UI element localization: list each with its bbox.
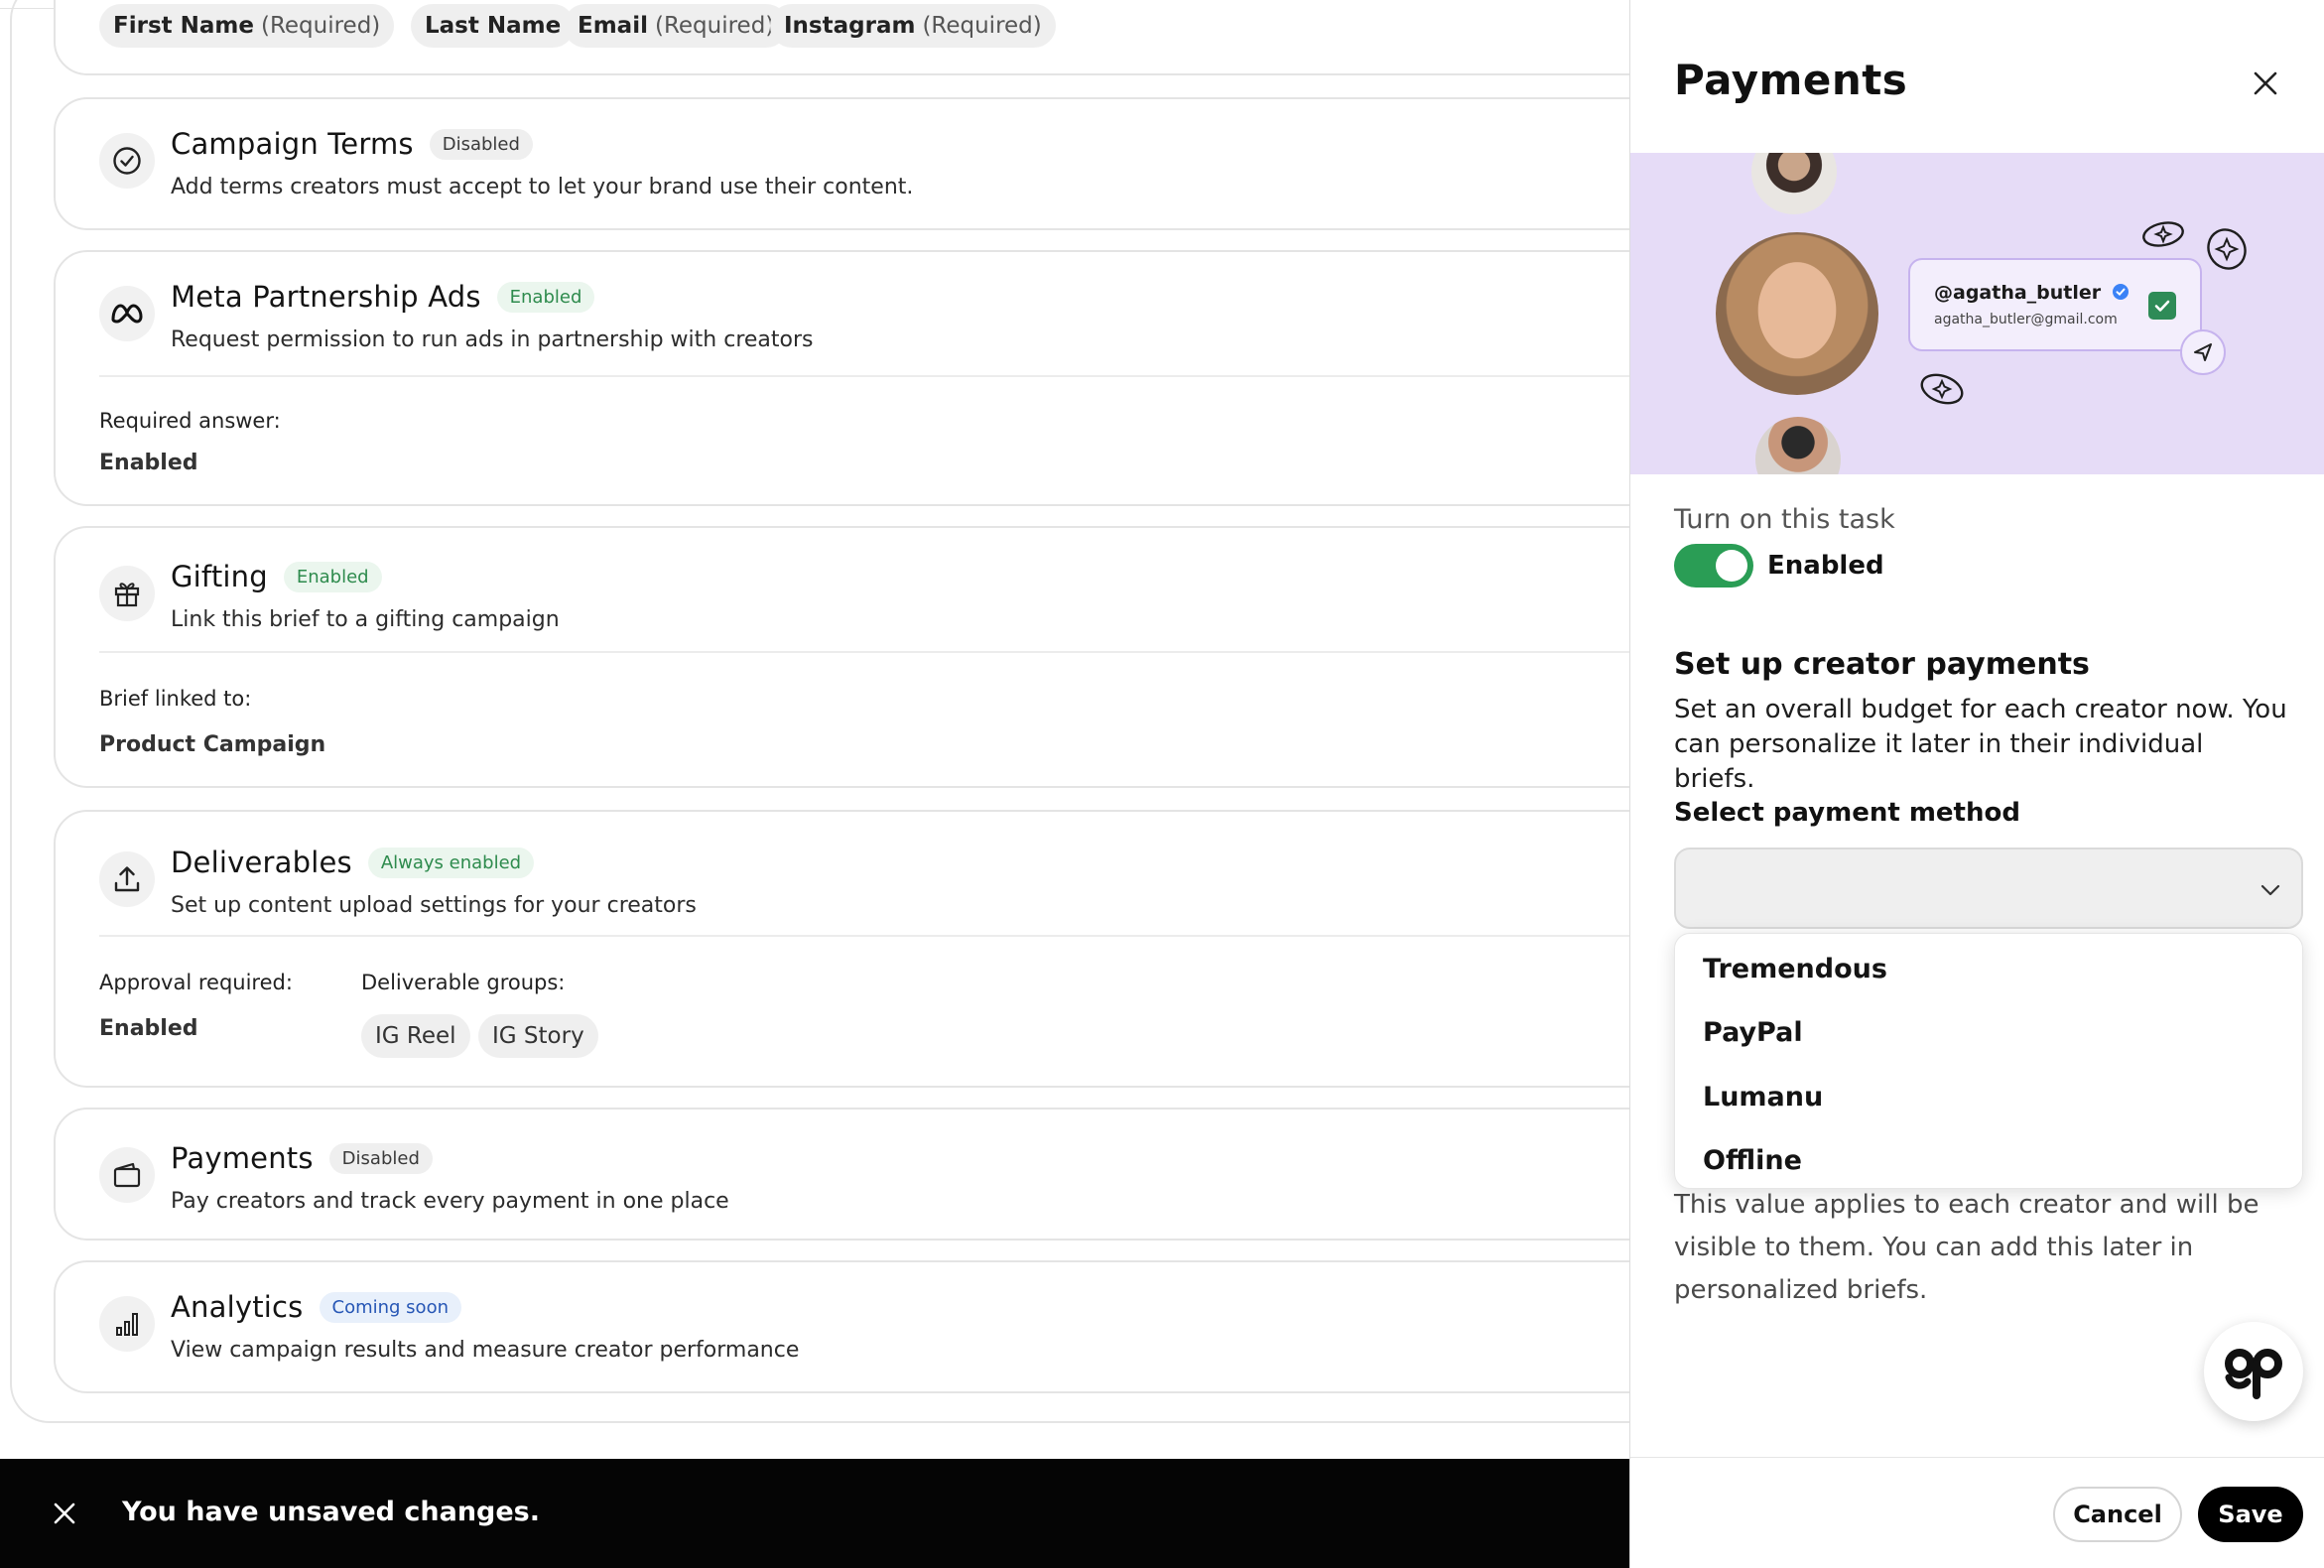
menu-item-paypal[interactable]: PayPal — [1703, 1017, 1803, 1048]
field-chip-instagram: Instagram (Required) — [770, 4, 1056, 48]
verified-badge-icon — [2112, 284, 2129, 300]
section-description: Set an overall budget for each creator n… — [1674, 695, 2287, 794]
card-title: Gifting — [171, 560, 268, 593]
approval-required-label: Approval required: — [99, 971, 293, 994]
creator-profile-card: @agatha_butler agatha_butler@gmail.com — [1908, 258, 2202, 351]
field-chip-last-name: Last Name — [411, 4, 576, 48]
drawer-title: Payments — [1674, 56, 1908, 104]
deliverable-group-chip: IG Story — [478, 1014, 598, 1058]
unsaved-changes-message: You have unsaved changes. — [122, 1497, 541, 1527]
status-badge: Coming soon — [319, 1291, 461, 1323]
required-answer-label: Required answer: — [99, 409, 281, 433]
sparkle-coin-icon — [2207, 228, 2247, 270]
cancel-button[interactable]: Cancel — [2053, 1487, 2182, 1542]
section-heading: Set up creator payments — [1674, 647, 2090, 682]
analytics-card[interactable]: Analytics Coming soon View campaign resu… — [54, 1260, 1721, 1393]
campaign-brief-page: First Name (Required) Last Name Email (Req… — [0, 0, 1721, 1568]
close-icon[interactable] — [2248, 65, 2283, 101]
brief-linked-label: Brief linked to: — [99, 687, 252, 711]
card-description: Set up content upload settings for your … — [171, 893, 697, 918]
meta-ads-card[interactable]: Meta Partnership Ads Enabled Request per… — [54, 250, 1721, 506]
avatar — [1755, 417, 1841, 474]
card-description: Link this brief to a gifting campaign — [171, 607, 560, 632]
card-title: Analytics — [171, 1290, 304, 1324]
card-divider — [99, 651, 1719, 653]
hero-illustration: @agatha_butler agatha_butler@gmail.com — [1630, 153, 2324, 474]
avatar — [1751, 153, 1837, 214]
card-title: Payments — [171, 1141, 314, 1175]
payment-method-label: Select payment method — [1674, 798, 2020, 828]
card-title: Meta Partnership Ads — [171, 280, 481, 314]
card-title-row: Payments Disabled — [171, 1141, 433, 1175]
upload-icon — [99, 851, 155, 907]
menu-item-tremendous[interactable]: Tremendous — [1703, 954, 1887, 984]
payment-method-menu: Tremendous PayPal Lumanu Offline — [1674, 933, 2303, 1189]
bar-chart-icon — [99, 1296, 155, 1352]
deliverables-card[interactable]: Deliverables Always enabled Set up conte… — [54, 810, 1721, 1088]
card-description: View campaign results and measure creato… — [171, 1338, 800, 1363]
card-title-row: Analytics Coming soon — [171, 1290, 461, 1324]
payment-method-select[interactable] — [1674, 848, 2303, 929]
status-badge: Disabled — [429, 128, 533, 160]
card-divider — [99, 935, 1719, 937]
campaign-terms-card[interactable]: Campaign Terms Disabled Add terms creato… — [54, 97, 1721, 230]
menu-item-offline[interactable]: Offline — [1703, 1145, 1802, 1176]
card-title-row: Gifting Enabled — [171, 560, 382, 593]
deliverable-group-chip: IG Reel — [361, 1014, 470, 1058]
payments-drawer: Payments @agatha_butler agatha_butler@gm… — [1629, 0, 2324, 1568]
creator-handle: @agatha_butler — [1934, 282, 2130, 304]
approval-required-value: Enabled — [99, 1016, 198, 1041]
status-badge: Disabled — [328, 1142, 433, 1174]
check-circle-icon — [99, 133, 155, 189]
brand-logo-icon — [2225, 1349, 2282, 1399]
unsaved-changes-bar: You have unsaved changes. — [0, 1459, 1629, 1568]
status-badge: Enabled — [283, 561, 382, 592]
contact-fields-card: First Name (Required) Last Name Email (Req… — [54, 0, 1721, 75]
deliverable-groups-label: Deliverable groups: — [361, 971, 566, 994]
close-icon[interactable] — [50, 1499, 79, 1528]
card-description: Pay creators and track every payment in … — [171, 1189, 729, 1214]
card-title: Deliverables — [171, 846, 352, 879]
card-divider — [99, 375, 1719, 377]
card-description: Request permission to run ads in partner… — [171, 327, 814, 352]
avatar — [1716, 232, 1878, 395]
field-chip-first-name: First Name (Required) — [99, 4, 395, 48]
meta-logo-icon — [99, 286, 155, 341]
checkbox-checked-icon — [2148, 292, 2176, 320]
toggle-label: Turn on this task — [1674, 504, 1895, 535]
status-badge: Enabled — [496, 281, 595, 313]
sparkle-coin-icon — [1920, 373, 1964, 405]
send-icon — [2180, 329, 2226, 375]
footer-divider — [1630, 1457, 2324, 1458]
creator-email: agatha_butler@gmail.com — [1934, 312, 2118, 327]
card-description: Add terms creators must accept to let yo… — [171, 175, 914, 199]
card-title-row: Campaign Terms Disabled — [171, 127, 533, 161]
sparkle-coin-icon — [2142, 221, 2184, 247]
toggle-state-label: Enabled — [1767, 551, 1884, 581]
status-badge: Always enabled — [367, 847, 535, 878]
wallet-icon — [99, 1147, 155, 1203]
brief-linked-value: Product Campaign — [99, 732, 326, 757]
gifting-card[interactable]: Gifting Enabled Link this brief to a gif… — [54, 526, 1721, 788]
gift-icon — [99, 566, 155, 621]
payments-card[interactable]: Payments Disabled Pay creators and track… — [54, 1108, 1721, 1241]
enable-task-toggle[interactable] — [1674, 544, 1753, 588]
card-title-row: Deliverables Always enabled — [171, 846, 535, 879]
card-title: Campaign Terms — [171, 127, 414, 161]
required-answer-value: Enabled — [99, 451, 198, 475]
chevron-down-icon — [2260, 884, 2280, 896]
brand-logo-button[interactable] — [2204, 1322, 2303, 1421]
save-button[interactable]: Save — [2198, 1487, 2303, 1542]
card-title-row: Meta Partnership Ads Enabled — [171, 280, 595, 314]
payment-hint-text: This value applies to each creator and w… — [1674, 1190, 2259, 1305]
field-chip-email: Email (Required) — [564, 4, 789, 48]
toggle-knob — [1716, 550, 1747, 582]
menu-item-lumanu[interactable]: Lumanu — [1703, 1082, 1823, 1112]
